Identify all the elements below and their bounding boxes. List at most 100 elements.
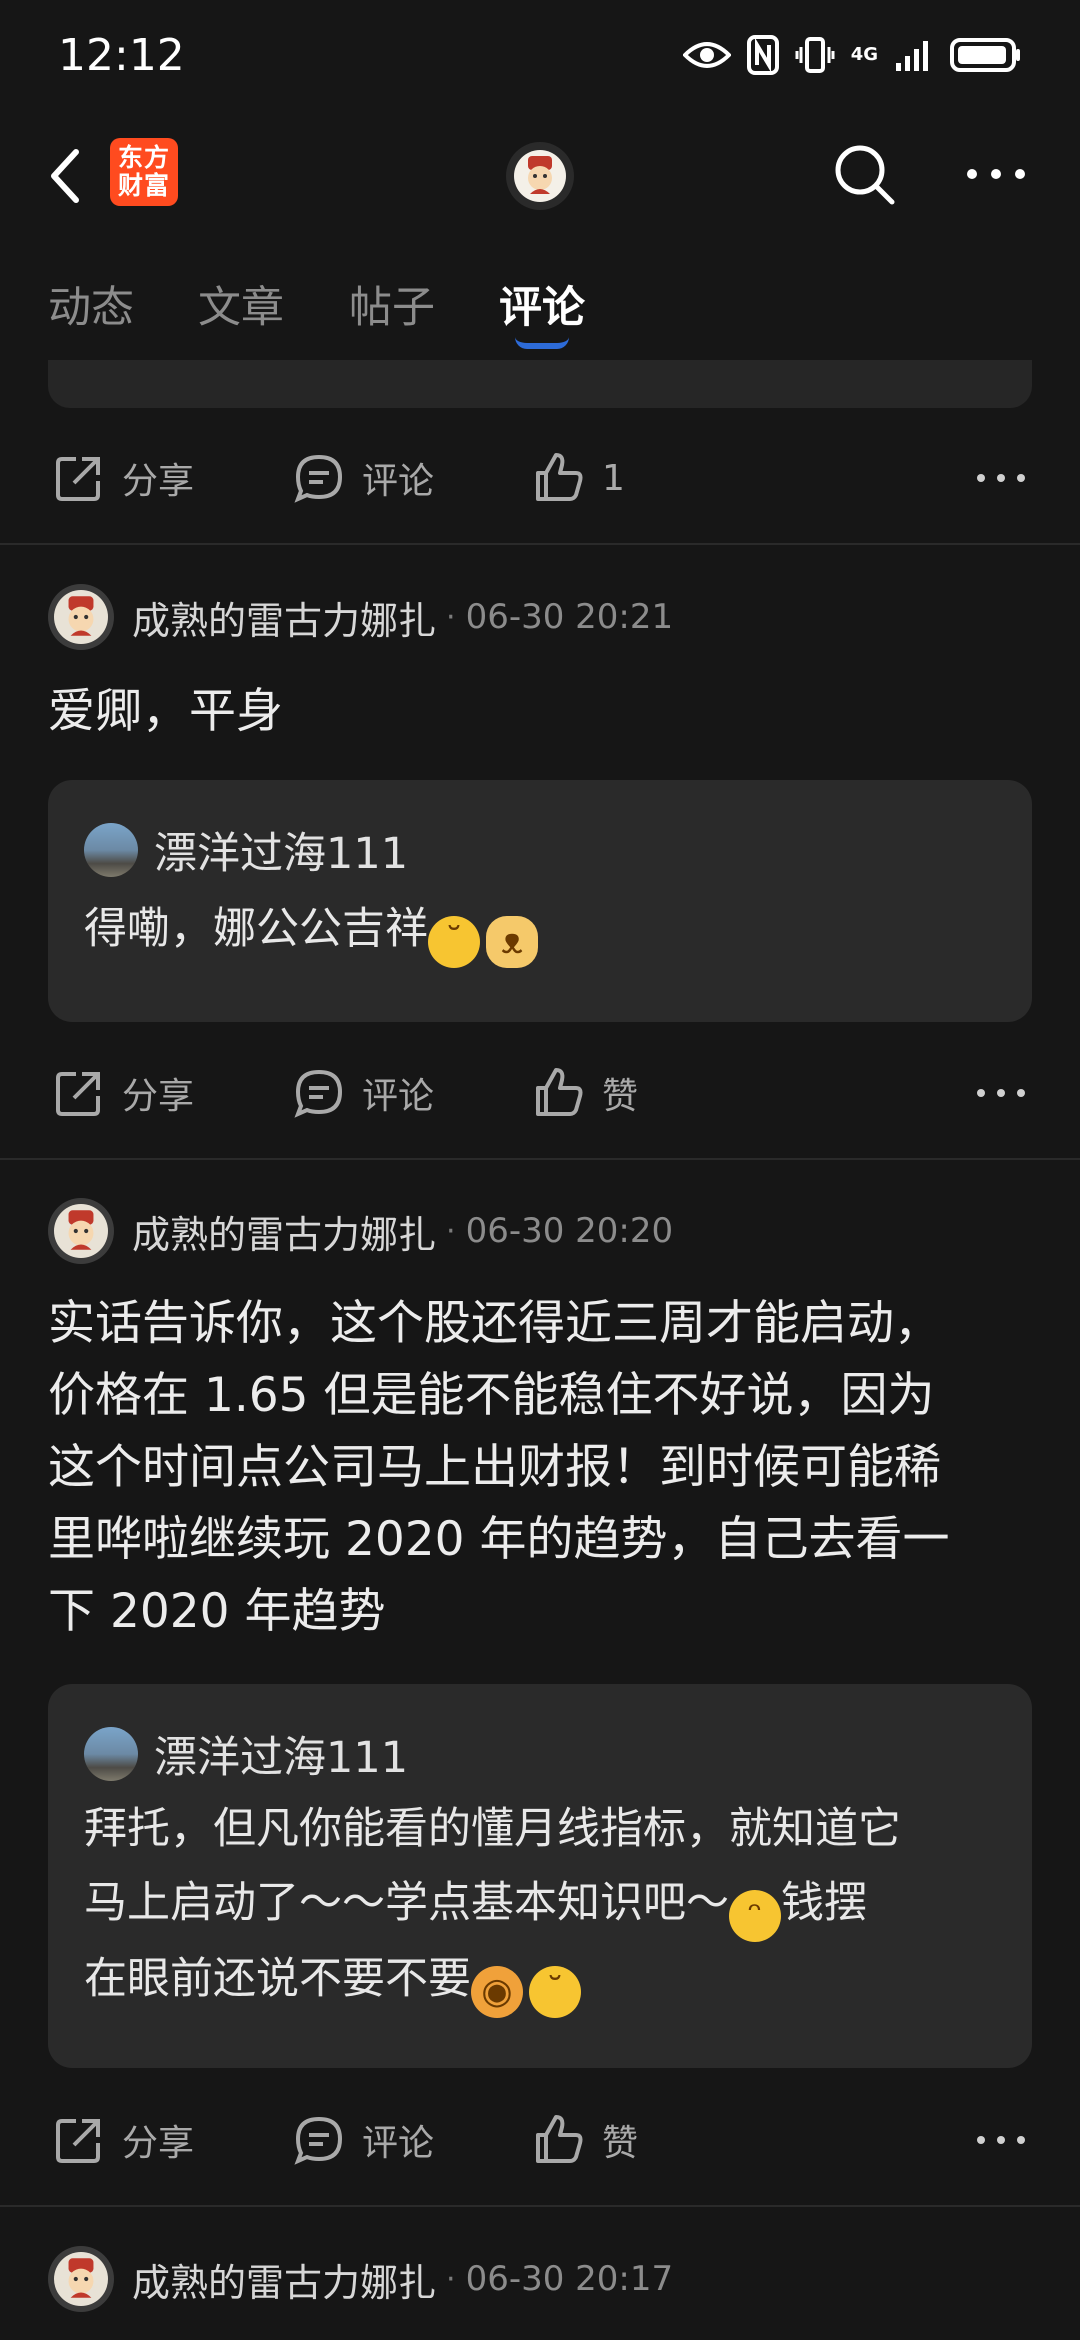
like-label: 赞 xyxy=(602,2123,639,2164)
comment-label: 评论 xyxy=(362,461,435,502)
comment-line: 这个时间点公司马上出财报！到时候可能稀 xyxy=(48,1440,941,1495)
like-button[interactable]: 1 xyxy=(532,450,625,506)
reply-text: 得嘞，娜公公吉祥 ˘ ᴥ xyxy=(84,892,1014,968)
laughing-tears-emoji-icon: ᵔ xyxy=(729,1890,781,1942)
author-name[interactable]: 成熟的雷古力娜扎 xyxy=(132,2252,436,2307)
caishen-avatar-icon xyxy=(54,1204,108,1258)
active-tab-indicator xyxy=(515,337,569,349)
comment-actions: 分享 评论 赞 xyxy=(0,1047,1080,1137)
reply-author[interactable]: 漂洋过海111 xyxy=(154,819,408,881)
battery-icon xyxy=(950,38,1020,72)
avatar[interactable] xyxy=(48,2246,114,2312)
divider xyxy=(0,1158,1080,1160)
network-label: 4G xyxy=(850,44,878,65)
share-icon xyxy=(56,1072,100,1116)
divider xyxy=(0,543,1080,545)
comment-button[interactable]: 评论 xyxy=(292,1065,434,1121)
comment-time: 06-30 20:21 xyxy=(465,597,674,637)
doge-emoji-icon: ᴥ xyxy=(486,916,538,968)
caishen-avatar-icon xyxy=(54,2252,108,2306)
like-button[interactable]: 赞 xyxy=(532,2112,638,2168)
tab-articles[interactable]: 文章 xyxy=(198,273,284,335)
content-tabs: 动态 文章 帖子 评论 xyxy=(0,255,1080,355)
reply-author[interactable]: 漂洋过海111 xyxy=(154,1723,408,1785)
comment-actions: 分享 评论 1 xyxy=(0,432,1080,522)
thumbs-up-icon xyxy=(536,453,583,501)
separator-dot: · xyxy=(446,599,456,635)
avatar[interactable] xyxy=(48,584,114,650)
dizzy-emoji-icon: ◉ xyxy=(471,1966,523,2018)
comment-bubble-icon xyxy=(294,2116,343,2165)
share-button[interactable]: 分享 xyxy=(52,1065,194,1121)
share-label: 分享 xyxy=(122,461,195,502)
comment-time: 06-30 20:17 xyxy=(465,2259,674,2299)
caishen-avatar-icon xyxy=(54,590,108,644)
avatar[interactable] xyxy=(84,823,138,877)
share-icon xyxy=(56,2119,100,2163)
status-bar: 12:12 4G xyxy=(0,0,1080,110)
comment-bubble-icon xyxy=(294,454,343,503)
reply-card-partial xyxy=(48,360,1032,408)
reply-text-part: 得嘞，娜公公吉祥 xyxy=(84,904,428,954)
tab-posts[interactable]: 帖子 xyxy=(349,273,435,335)
comment-line: 里哗啦继续玩 2020 年的趋势，自己去看一 xyxy=(48,1512,950,1567)
reply-header: 漂洋过海111 xyxy=(84,820,408,880)
author-name[interactable]: 成熟的雷古力娜扎 xyxy=(132,590,436,645)
search-icon[interactable] xyxy=(830,140,898,208)
share-icon xyxy=(56,457,100,501)
reply-line: 马上启动了～～学点基本知识吧～ ᵔ 钱摆 xyxy=(84,1866,1014,1942)
comment-header: 成熟的雷古力娜扎 · 06-30 20:21 xyxy=(48,582,673,652)
share-button[interactable]: 分享 xyxy=(52,2112,194,2168)
thumbs-up-icon xyxy=(536,1068,583,1116)
logo-line-1: 东方 xyxy=(117,143,170,172)
more-options-icon[interactable] xyxy=(962,140,1030,208)
profile-avatar[interactable] xyxy=(506,142,574,210)
reply-card[interactable]: 漂洋过海111 得嘞，娜公公吉祥 ˘ ᴥ xyxy=(48,780,1032,1022)
comment-actions: 分享 评论 赞 xyxy=(0,2094,1080,2184)
comment-line: 实话告诉你，这个股还得近三周才能启动， xyxy=(48,1296,941,1351)
comment-text: 爱卿，平身 xyxy=(48,684,283,739)
comment-header: 成熟的雷古力娜扎 · 06-30 20:17 xyxy=(48,2244,673,2314)
comment-time: 06-30 20:20 xyxy=(465,1211,674,1251)
like-label: 赞 xyxy=(602,1076,639,1117)
eastmoney-logo[interactable]: 东方 财富 xyxy=(110,138,178,206)
comment-line: 下 2020 年趋势 xyxy=(48,1584,386,1639)
share-label: 分享 xyxy=(122,1076,195,1117)
like-button[interactable]: 赞 xyxy=(532,1065,638,1121)
status-time: 12:12 xyxy=(58,30,185,81)
comment-button[interactable]: 评论 xyxy=(292,2112,434,2168)
avatar[interactable] xyxy=(84,1727,138,1781)
comment-text: 实话告诉你，这个股还得近三周才能启动， 价格在 1.65 但是能不能稳住不好说，… xyxy=(48,1288,1038,1648)
separator-dot: · xyxy=(446,1213,456,1249)
comment-label: 评论 xyxy=(362,1076,435,1117)
more-icon[interactable] xyxy=(976,468,1026,488)
grin-emoji-icon: ˘ xyxy=(428,916,480,968)
reply-card[interactable]: 漂洋过海111 拜托，但凡你能看的懂月线指标，就知道它 马上启动了～～学点基本知… xyxy=(48,1684,1032,2068)
avatar[interactable] xyxy=(48,1198,114,1264)
like-count: 1 xyxy=(602,457,625,499)
share-button[interactable]: 分享 xyxy=(52,450,194,506)
caishen-avatar-icon xyxy=(514,150,566,202)
reply-header: 漂洋过海111 xyxy=(84,1724,408,1784)
reply-line-text: 马上启动了～～学点基本知识吧～ xyxy=(84,1878,729,1928)
more-icon[interactable] xyxy=(976,2130,1026,2150)
reply-line-text: 在眼前还说不要不要 xyxy=(84,1954,471,2004)
status-icons: 4G xyxy=(682,30,1022,80)
signal-icon xyxy=(896,41,928,71)
top-nav-bar: 东方 财富 xyxy=(0,110,1080,240)
author-name[interactable]: 成熟的雷古力娜扎 xyxy=(132,1204,436,1259)
logo-line-2: 财富 xyxy=(117,171,170,200)
tab-dynamics[interactable]: 动态 xyxy=(48,273,134,335)
comment-header: 成熟的雷古力娜扎 · 06-30 20:20 xyxy=(48,1196,673,1266)
reply-line-text: 钱摆 xyxy=(781,1878,867,1928)
comment-button[interactable]: 评论 xyxy=(292,450,434,506)
reply-line: 拜托，但凡你能看的懂月线指标，就知道它 xyxy=(84,1804,901,1854)
eye-icon xyxy=(682,42,731,68)
more-icon[interactable] xyxy=(976,1083,1026,1103)
tab-comments[interactable]: 评论 xyxy=(499,273,585,335)
nfc-icon xyxy=(746,35,779,75)
comment-line: 价格在 1.65 但是能不能稳住不好说，因为 xyxy=(48,1368,935,1423)
separator-dot: · xyxy=(446,2261,456,2297)
back-arrow-icon[interactable] xyxy=(42,142,92,210)
grin-emoji-icon: ˘ xyxy=(529,1966,581,2018)
